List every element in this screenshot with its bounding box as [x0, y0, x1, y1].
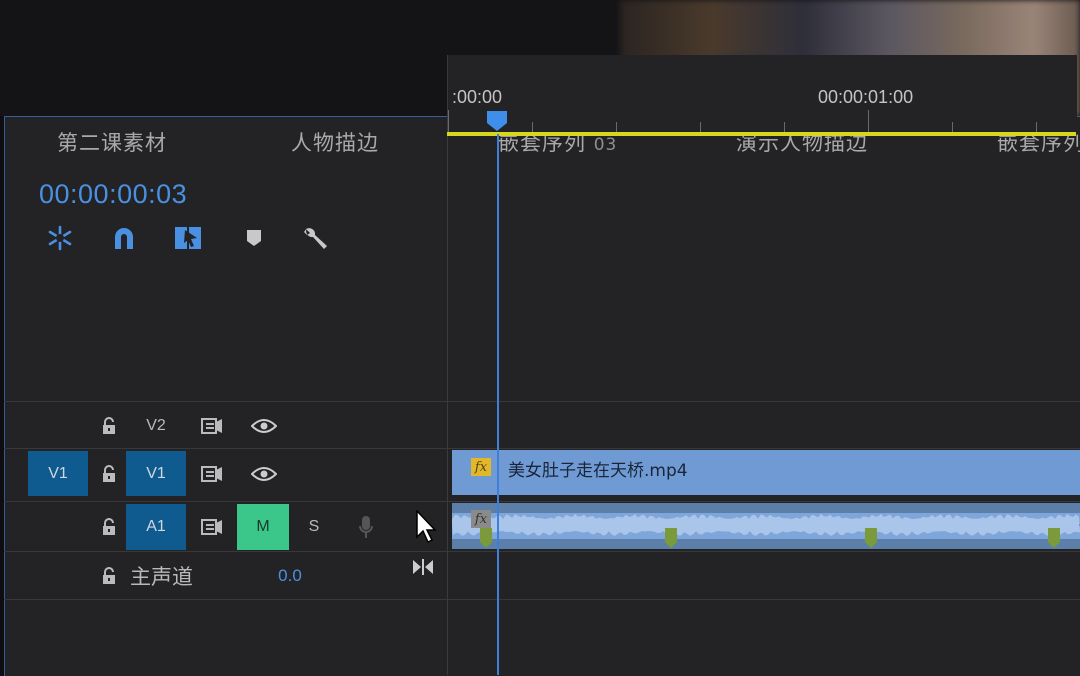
- collapse-track-icon[interactable]: [408, 552, 438, 582]
- magnet-link-icon[interactable]: [109, 223, 139, 253]
- ruler-tick: [784, 122, 785, 132]
- ruler-tick: [616, 122, 617, 132]
- audio-waveform: [452, 513, 1080, 539]
- snap-icon[interactable]: [45, 223, 75, 253]
- track-row-v2: V2: [4, 401, 1080, 449]
- playhead-handle[interactable]: [486, 110, 508, 132]
- time-ruler[interactable]: :00:00 00:00:01:00: [447, 55, 1077, 135]
- mute-button[interactable]: M: [237, 504, 289, 550]
- video-clip[interactable]: fx 美女肚子走在天桥.mp4: [452, 450, 1080, 495]
- playhead-line[interactable]: [497, 134, 499, 675]
- playhead-timecode[interactable]: 00:00:00:03: [39, 179, 187, 210]
- lock-icon[interactable]: [92, 402, 126, 449]
- marker-icon[interactable]: [239, 223, 269, 253]
- track-row-master: 主声道 0.0: [4, 551, 1080, 600]
- lock-icon[interactable]: [92, 552, 126, 599]
- track-label-v2[interactable]: V2: [126, 402, 186, 449]
- track-target-a1[interactable]: A1: [126, 504, 186, 550]
- sync-lock-icon[interactable]: [194, 449, 230, 498]
- sync-lock-icon[interactable]: [194, 402, 230, 449]
- work-area-bar[interactable]: [447, 132, 1076, 136]
- lock-icon[interactable]: [92, 449, 126, 498]
- track-target-v1[interactable]: V1: [126, 451, 186, 496]
- wrench-icon[interactable]: [301, 223, 331, 253]
- lock-icon[interactable]: [92, 502, 126, 552]
- clip-name: 美女肚子走在天桥.mp4: [508, 461, 688, 481]
- ruler-tick: [952, 122, 953, 132]
- ruler-tick: [532, 122, 533, 132]
- audio-clip[interactable]: fx: [452, 503, 1080, 549]
- sync-lock-icon[interactable]: [194, 502, 230, 552]
- tab-sequence-1[interactable]: 第二课素材: [57, 127, 167, 157]
- ruler-label-1s: 00:00:01:00: [818, 87, 914, 107]
- master-volume-value[interactable]: 0.0: [270, 552, 310, 599]
- eye-icon[interactable]: [244, 402, 284, 449]
- solo-button[interactable]: S: [296, 502, 332, 552]
- fx-badge[interactable]: fx: [471, 458, 491, 476]
- fx-badge[interactable]: fx: [471, 510, 491, 528]
- ruler-label-start: :00:00: [452, 87, 503, 107]
- microphone-icon[interactable]: [348, 502, 384, 552]
- source-patch-v1[interactable]: V1: [28, 451, 88, 496]
- ruler-tick: [1036, 122, 1037, 132]
- eye-icon[interactable]: [244, 449, 284, 498]
- master-track-label: 主声道: [130, 564, 193, 589]
- ruler-tick: [700, 122, 701, 132]
- linked-selection-icon[interactable]: [173, 223, 203, 253]
- ruler-tick: [868, 110, 869, 132]
- tab-sequence-2[interactable]: 人物描边: [291, 127, 379, 157]
- ruler-tick: [448, 110, 449, 132]
- mouse-cursor: [416, 509, 438, 544]
